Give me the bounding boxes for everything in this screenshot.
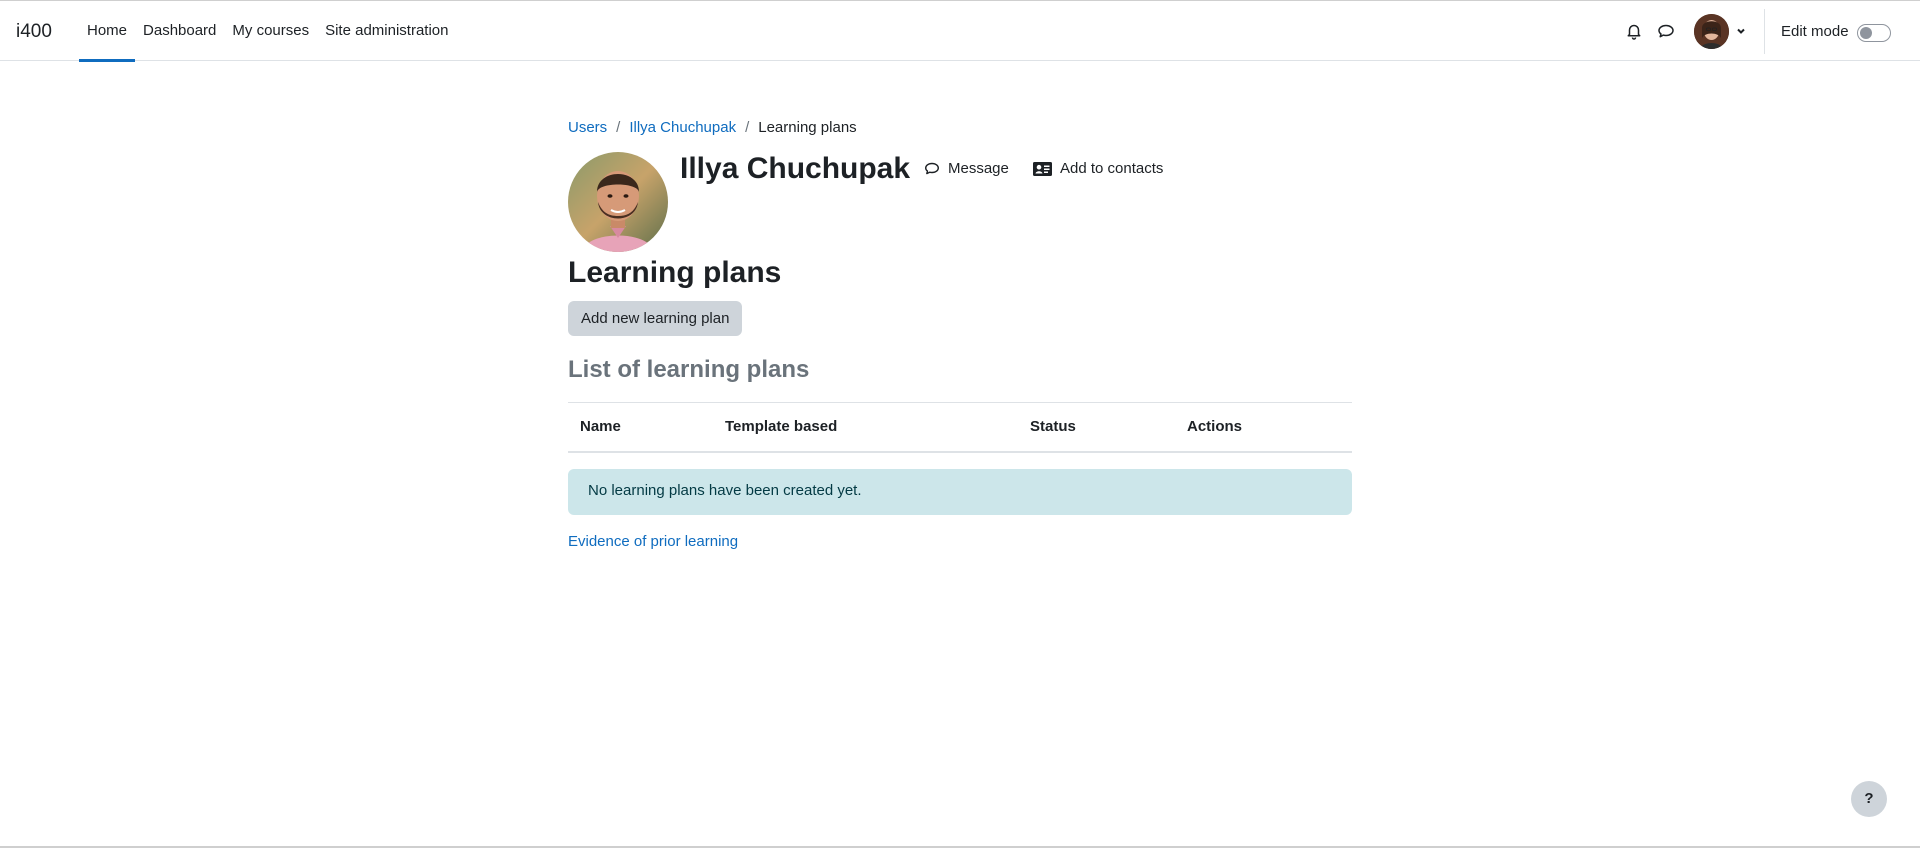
column-header-actions: Actions <box>1187 418 1243 435</box>
user-menu-avatar[interactable] <box>1694 14 1729 49</box>
nav-item-home[interactable]: Home <box>79 1 136 62</box>
top-navbar: i400 Home Dashboard My courses Site admi… <box>0 0 1920 62</box>
nav-item-dashboard[interactable]: Dashboard <box>135 1 224 61</box>
breadcrumb-separator: / <box>616 119 621 136</box>
edit-mode-toggle[interactable] <box>1857 24 1891 42</box>
evidence-of-prior-learning-link[interactable]: Evidence of prior learning <box>568 533 738 550</box>
address-card-icon <box>1033 161 1052 176</box>
primary-navigation: Home Dashboard My courses Site administr… <box>79 1 457 62</box>
nav-item-site-administration[interactable]: Site administration <box>317 1 456 61</box>
user-profile-picture[interactable] <box>568 152 668 252</box>
breadcrumb-current: Learning plans <box>758 119 857 136</box>
column-header-status: Status <box>1030 418 1076 435</box>
empty-plans-alert: No learning plans have been created yet. <box>568 469 1352 515</box>
breadcrumb-link-user[interactable]: Illya Chuchupak <box>629 119 736 136</box>
add-new-learning-plan-button[interactable]: Add new learning plan <box>568 301 743 336</box>
help-button[interactable]: ? <box>1851 781 1887 817</box>
add-to-contacts-button[interactable]: Add to contacts <box>1033 160 1163 177</box>
add-to-contacts-label: Add to contacts <box>1060 160 1164 177</box>
column-header-name: Name <box>580 418 621 435</box>
breadcrumb-separator: / <box>745 119 750 136</box>
chevron-down-icon[interactable] <box>1735 24 1747 38</box>
toggle-knob <box>1860 27 1872 39</box>
chat-bubble-icon[interactable] <box>1657 22 1675 40</box>
nav-item-my-courses[interactable]: My courses <box>224 1 317 61</box>
message-button[interactable]: Message <box>924 160 1009 177</box>
breadcrumb-link-users[interactable]: Users <box>568 119 607 136</box>
profile-user-name: Illya Chuchupak <box>680 152 911 185</box>
message-label: Message <box>948 160 1009 177</box>
site-brand[interactable]: i400 <box>16 21 52 43</box>
page-title: Learning plans <box>568 256 782 289</box>
table-top-border <box>568 402 1352 403</box>
navbar-divider <box>1764 9 1765 54</box>
breadcrumb: Users / Illya Chuchupak / Learning plans <box>568 119 857 136</box>
table-header-border <box>568 451 1352 453</box>
list-title: List of learning plans <box>568 356 810 383</box>
column-header-template-based: Template based <box>725 418 838 435</box>
edit-mode-label: Edit mode <box>1781 23 1849 40</box>
bell-icon[interactable] <box>1625 22 1643 40</box>
chat-bubble-icon <box>925 162 939 174</box>
